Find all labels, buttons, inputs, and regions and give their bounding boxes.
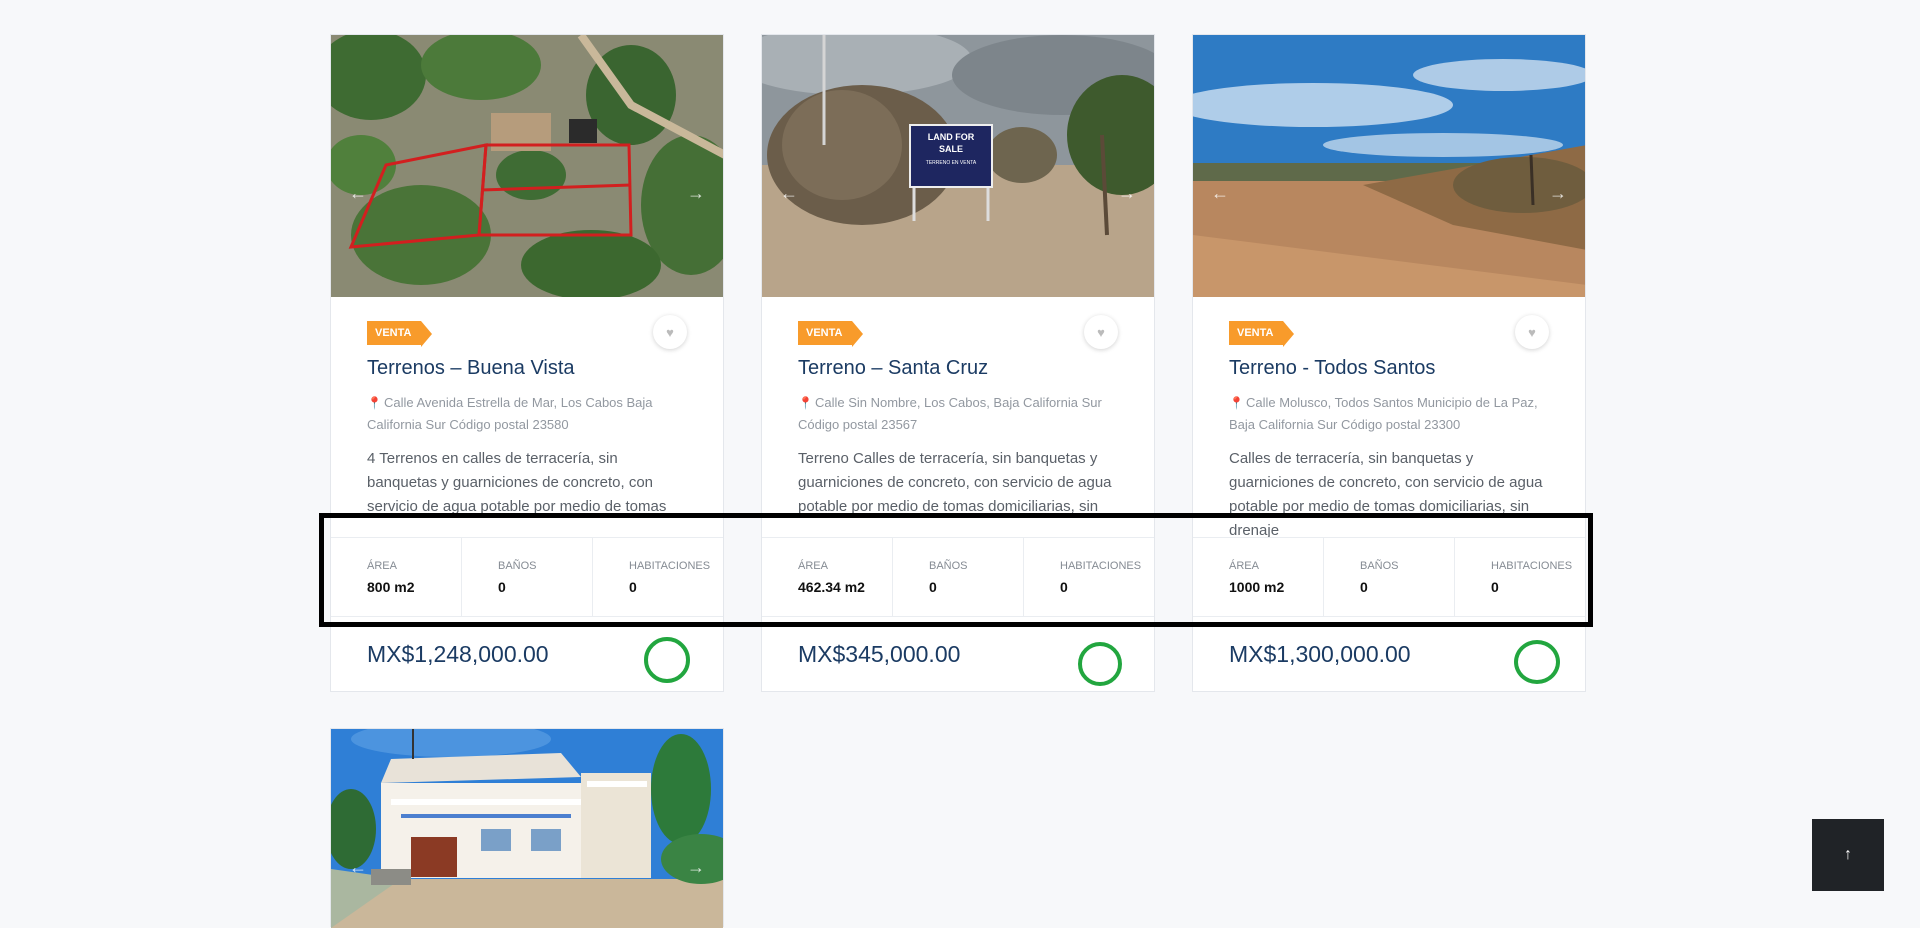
- sign-text: TERRENO EN VENTA: [926, 160, 977, 166]
- property-title[interactable]: Terreno - Todos Santos: [1229, 357, 1435, 380]
- property-price: MX$1,300,000.00: [1229, 641, 1411, 667]
- property-card[interactable]: ← →: [330, 728, 724, 928]
- image-next-arrow[interactable]: →: [687, 857, 705, 878]
- image-next-arrow[interactable]: →: [1118, 183, 1136, 204]
- property-title[interactable]: Terreno – Santa Cruz: [798, 357, 988, 380]
- status-badge: VENTA: [798, 321, 865, 347]
- map-pin-icon: 📍: [367, 396, 382, 410]
- property-address: 📍 Calle Sin Nombre, Los Cabos, Baja Calif…: [798, 392, 1108, 435]
- land-sign-image: LAND FOR SALE TERRENO EN VENTA: [762, 35, 1154, 297]
- image-prev-arrow[interactable]: ←: [349, 183, 367, 204]
- address-text: Calle Avenida Estrella de Mar, Los Cabos…: [367, 395, 653, 432]
- annotation-circle: [1078, 642, 1122, 686]
- image-prev-arrow[interactable]: ←: [1211, 183, 1229, 204]
- annotation-box: [319, 513, 1593, 627]
- map-pin-icon: 📍: [1229, 396, 1244, 410]
- property-image[interactable]: ← →: [331, 729, 723, 928]
- sign-text: LAND FOR: [928, 132, 975, 142]
- property-image[interactable]: ← →: [331, 35, 723, 297]
- image-prev-arrow[interactable]: ←: [780, 183, 798, 204]
- dirt-road-image: [1193, 35, 1585, 297]
- image-next-arrow[interactable]: →: [687, 183, 705, 204]
- back-to-top-button[interactable]: ↑: [1812, 819, 1884, 891]
- arrow-up-icon: ↑: [1844, 846, 1852, 863]
- aerial-lot-image: [331, 35, 723, 297]
- status-badge: VENTA: [1229, 321, 1296, 347]
- property-image[interactable]: ← →: [1193, 35, 1585, 297]
- house-image: [331, 729, 723, 928]
- property-address: 📍 Calle Avenida Estrella de Mar, Los Cabo…: [367, 392, 677, 435]
- address-text: Calle Molusco, Todos Santos Municipio de…: [1229, 395, 1538, 432]
- property-address: 📍 Calle Molusco, Todos Santos Municipio d…: [1229, 392, 1539, 435]
- heart-icon[interactable]: ♥: [1515, 315, 1549, 349]
- status-badge: VENTA: [367, 321, 434, 347]
- image-next-arrow[interactable]: →: [1549, 183, 1567, 204]
- image-prev-arrow[interactable]: ←: [349, 857, 367, 878]
- property-title[interactable]: Terrenos – Buena Vista: [367, 357, 575, 380]
- annotation-circle: [1514, 640, 1560, 684]
- address-text: Calle Sin Nombre, Los Cabos, Baja Califo…: [798, 395, 1102, 432]
- property-price: MX$1,248,000.00: [367, 641, 549, 667]
- heart-icon[interactable]: ♥: [653, 315, 687, 349]
- property-price: MX$345,000.00: [798, 641, 961, 667]
- sign-text: SALE: [939, 144, 963, 154]
- heart-icon[interactable]: ♥: [1084, 315, 1118, 349]
- property-image[interactable]: LAND FOR SALE TERRENO EN VENTA ← →: [762, 35, 1154, 297]
- annotation-circle: [644, 637, 690, 683]
- map-pin-icon: 📍: [798, 396, 813, 410]
